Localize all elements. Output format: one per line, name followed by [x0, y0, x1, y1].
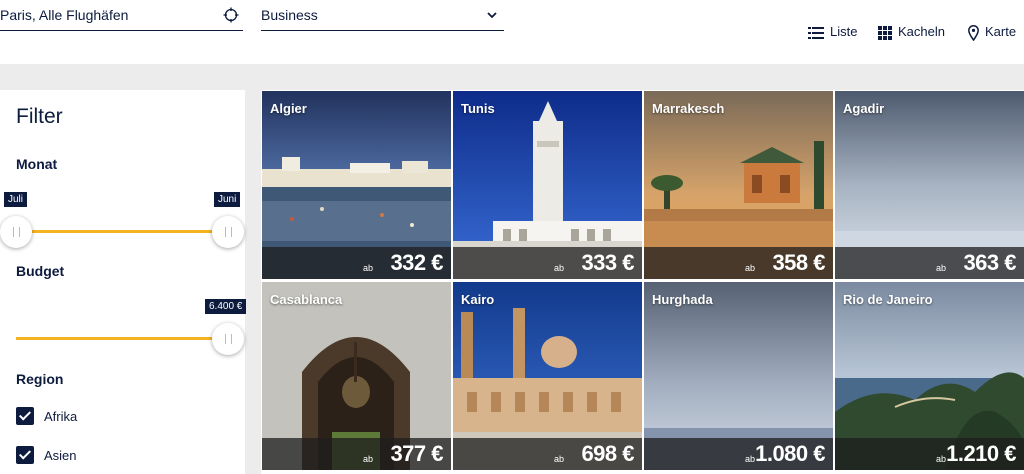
- region-checkbox-afrika[interactable]: [16, 407, 34, 425]
- map-pin-icon: [968, 24, 979, 41]
- list-icon: [808, 26, 824, 39]
- tile-city: Rio de Janeiro: [843, 292, 933, 307]
- month-to-tag: Juni: [214, 192, 241, 207]
- budget-heading: Budget: [16, 263, 65, 279]
- region-label-afrika: Afrika: [44, 409, 78, 424]
- month-heading: Monat: [16, 156, 58, 172]
- filter-title: Filter: [16, 105, 63, 128]
- crosshair-icon[interactable]: [223, 7, 239, 23]
- view-tiles-button[interactable]: Kacheln: [878, 24, 945, 40]
- destination-tile-marrakesch[interactable]: Marrakesch ab 358 €: [644, 91, 833, 279]
- grid-icon: [878, 25, 892, 40]
- divider-band: [0, 64, 1024, 90]
- destination-tile-tunis[interactable]: Tunis ab 333 €: [453, 91, 642, 279]
- price-prefix: ab: [362, 454, 373, 464]
- tile-price: 1.210 €: [946, 441, 1016, 466]
- price-prefix: ab: [553, 263, 564, 273]
- destination-tile-kairo[interactable]: Kairo ab 698 €: [453, 282, 642, 470]
- origin-field[interactable]: Paris, Alle Flughäfen: [0, 0, 243, 31]
- price-prefix: ab: [362, 263, 373, 273]
- tile-price: 698 €: [581, 441, 634, 466]
- month-slider-track[interactable]: [16, 230, 228, 233]
- tile-city: Algier: [270, 101, 307, 116]
- region-heading: Region: [16, 371, 64, 387]
- cabin-value: Business: [261, 7, 318, 23]
- region-checkbox-asien[interactable]: [16, 446, 34, 464]
- tile-price: 333 €: [581, 250, 634, 275]
- tile-price: 332 €: [390, 250, 443, 275]
- tile-city: Agadir: [843, 101, 885, 116]
- origin-value: Paris, Alle Flughäfen: [0, 7, 129, 23]
- destination-tile-rio-de-janeiro[interactable]: Rio de Janeiro ab 1.210 €: [835, 282, 1024, 470]
- budget-slider-track[interactable]: [16, 337, 228, 340]
- region-label-asien: Asien: [44, 448, 77, 463]
- search-bar: Paris, Alle Flughäfen Business Liste Kac…: [0, 0, 1024, 64]
- price-prefix: ab: [553, 454, 564, 464]
- chevron-down-icon: [487, 12, 497, 19]
- price-prefix: ab: [744, 263, 755, 273]
- view-map-label: Karte: [985, 24, 1017, 39]
- tile-price: 358 €: [772, 250, 825, 275]
- destination-tile-hurghada[interactable]: Hurghada ab 1.080 €: [644, 282, 833, 470]
- tile-city: Hurghada: [652, 292, 713, 307]
- price-prefix: ab: [935, 263, 946, 273]
- destination-tile-agadir[interactable]: Agadir ab 363 €: [835, 91, 1024, 279]
- destination-tile-casablanca[interactable]: Casablanca ab 377 €: [262, 282, 451, 470]
- budget-max-tag: 6.400 €: [205, 299, 247, 314]
- month-slider-start-handle[interactable]: [0, 216, 32, 248]
- tile-price: 377 €: [390, 441, 443, 466]
- tile-city: Marrakesch: [652, 101, 725, 116]
- destination-tile-algier[interactable]: Algier ab 332 €: [262, 91, 451, 279]
- tile-price: 1.080 €: [755, 441, 825, 466]
- month-slider-end-handle[interactable]: [212, 216, 244, 248]
- filter-sidebar: [0, 90, 245, 474]
- view-tiles-label: Kacheln: [898, 24, 945, 39]
- month-from-tag: Juli: [4, 192, 28, 207]
- budget-slider-handle[interactable]: [212, 323, 244, 355]
- price-prefix: ab: [744, 454, 755, 464]
- view-list-button[interactable]: Liste: [808, 24, 857, 40]
- price-prefix: ab: [935, 454, 946, 464]
- sidebar-gutter: [245, 90, 261, 474]
- tile-price: 363 €: [963, 250, 1016, 275]
- cabin-select[interactable]: Business: [261, 0, 504, 31]
- view-list-label: Liste: [830, 24, 858, 39]
- view-map-button[interactable]: Karte: [968, 24, 1016, 41]
- tile-city: Kairo: [461, 292, 495, 307]
- tile-city: Tunis: [461, 101, 495, 116]
- tile-city: Casablanca: [270, 292, 343, 307]
